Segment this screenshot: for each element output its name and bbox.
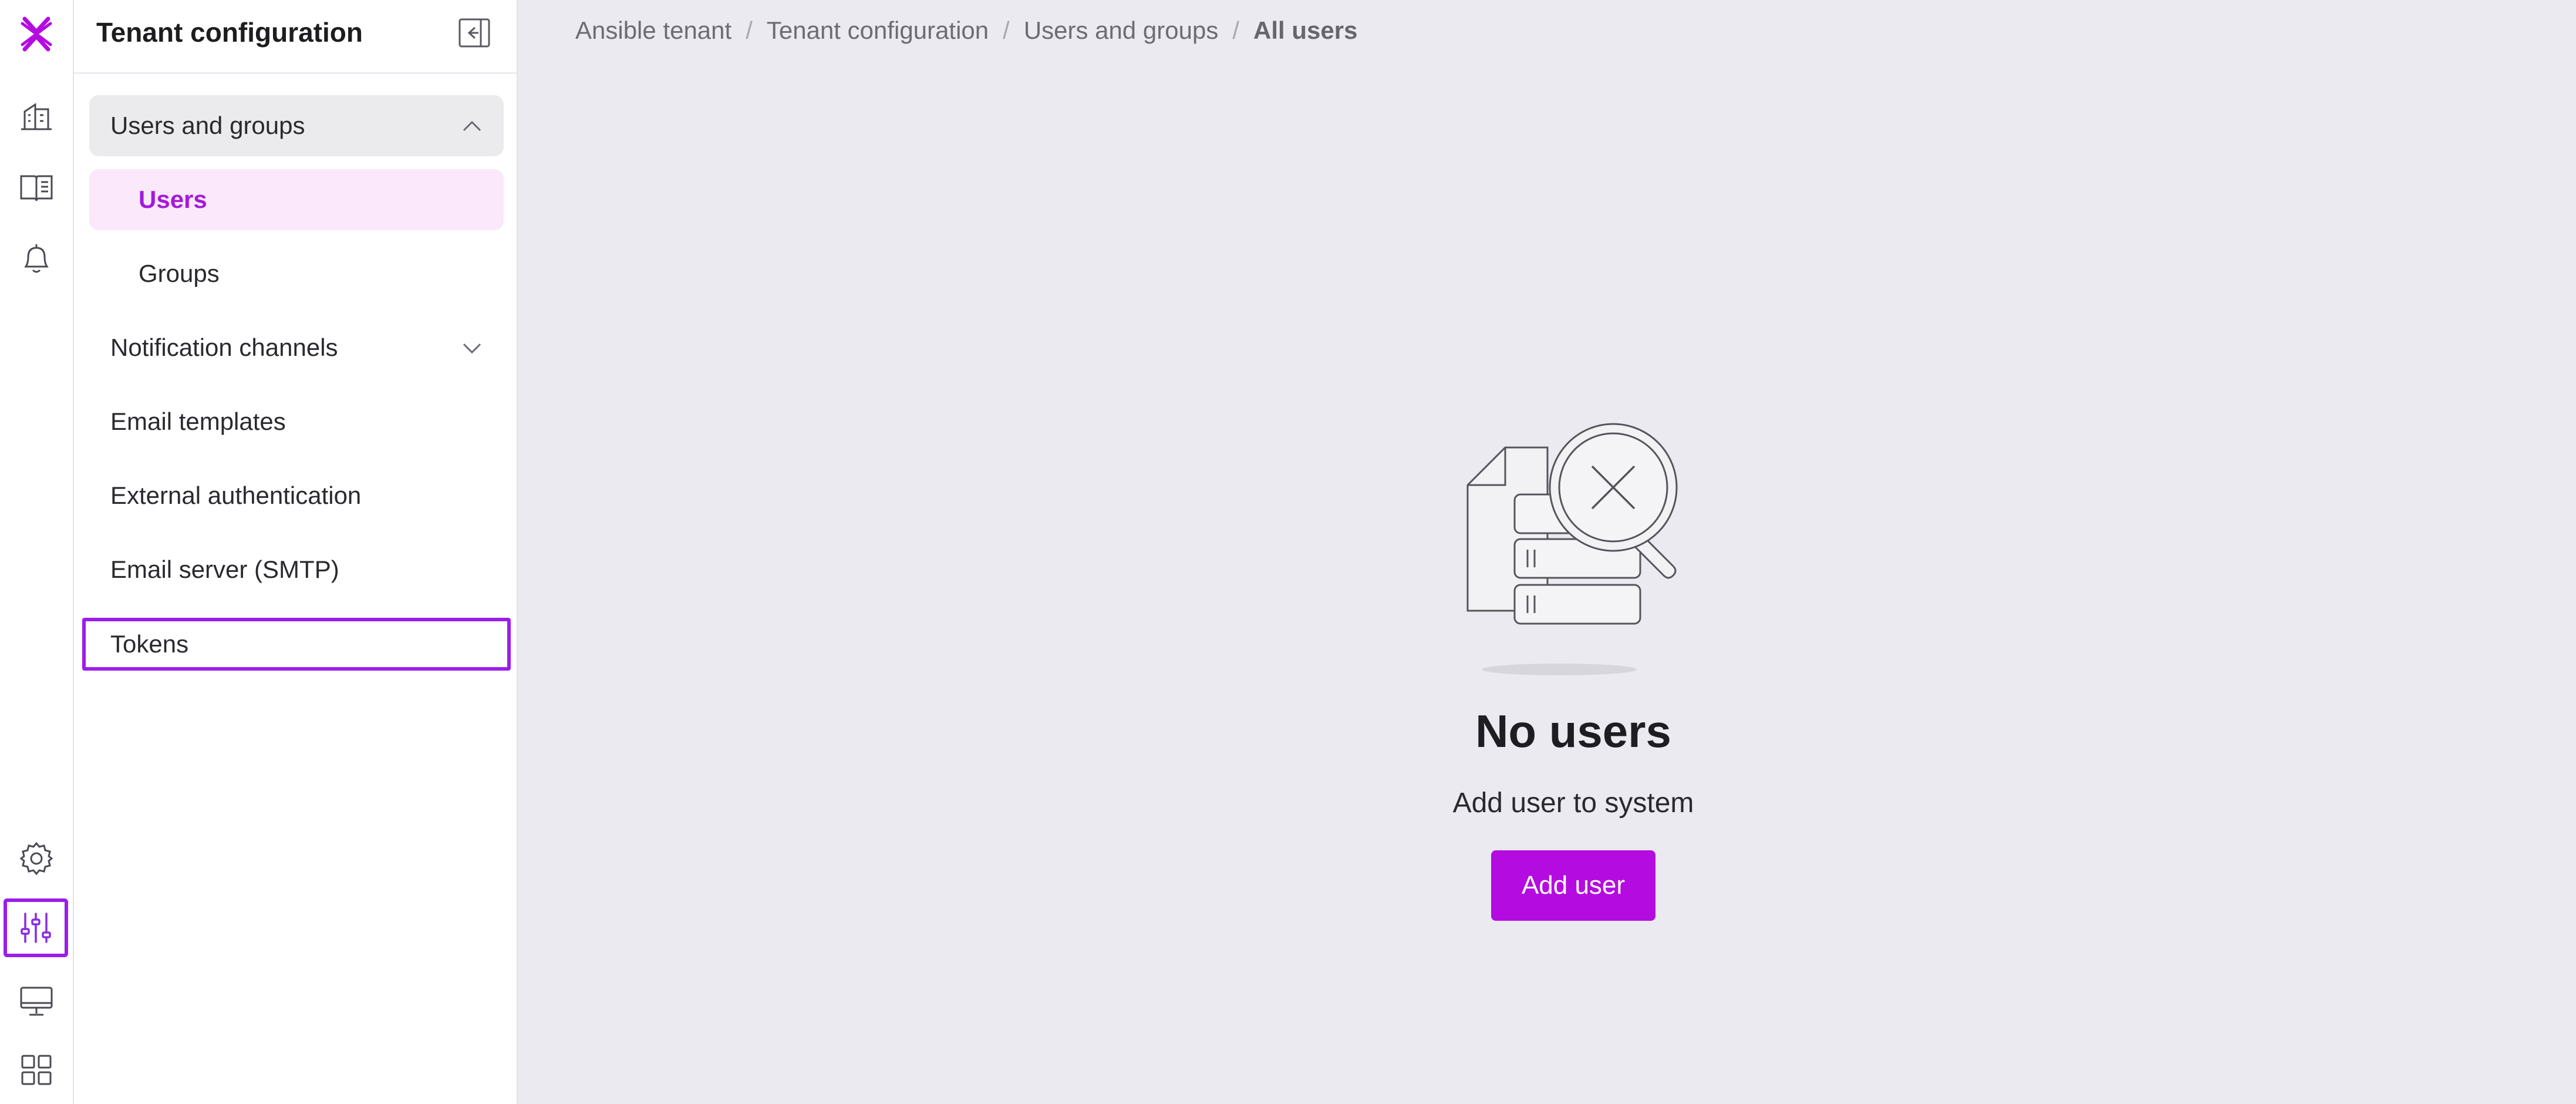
nav-item-label: Groups (139, 260, 220, 287)
add-user-button[interactable]: Add user (1491, 850, 1655, 921)
book-icon[interactable] (9, 161, 63, 215)
breadcrumb-item[interactable]: Ansible tenant (575, 16, 731, 45)
buildings-icon[interactable] (9, 88, 63, 142)
nav-groups[interactable]: Groups (89, 243, 504, 304)
nav-users-and-groups[interactable]: Users and groups (89, 95, 504, 156)
grid-icon[interactable] (9, 1043, 63, 1097)
nav-email-templates[interactable]: Email templates (89, 391, 504, 452)
no-results-magnifier-icon (1456, 423, 1691, 681)
icon-rail (0, 0, 74, 1104)
app-root: Tenant configuration Users and groups Us… (0, 0, 2576, 1104)
nav-email-server-smtp[interactable]: Email server (SMTP) (89, 539, 504, 600)
nav-external-authentication[interactable]: External authentication (89, 465, 504, 526)
logo-x-icon[interactable] (9, 7, 63, 61)
breadcrumb-item[interactable]: Tenant configuration (767, 16, 989, 45)
collapse-panel-icon (458, 18, 490, 48)
empty-state-title: No users (1475, 705, 1671, 757)
panel-title: Tenant configuration (96, 17, 363, 48)
nav-item-label: Users and groups (110, 112, 305, 139)
monitor-icon[interactable] (9, 974, 63, 1028)
panel-header: Tenant configuration (74, 0, 517, 74)
tenant-config-panel: Tenant configuration Users and groups Us… (74, 0, 518, 1104)
breadcrumb: Ansible tenant / Tenant configuration / … (575, 16, 1357, 45)
sliders-icon[interactable] (4, 898, 68, 957)
nav-notification-channels[interactable]: Notification channels (89, 317, 504, 378)
gear-icon[interactable] (9, 832, 63, 886)
breadcrumb-separator: / (1003, 16, 1010, 44)
nav-tokens[interactable]: Tokens (82, 618, 511, 671)
nav-item-label: Email server (SMTP) (110, 556, 339, 583)
breadcrumb-item[interactable]: Users and groups (1024, 16, 1219, 45)
chevron-down-icon (463, 343, 481, 354)
breadcrumb-current: All users (1253, 16, 1358, 44)
chevron-up-icon (463, 120, 481, 132)
empty-state-subtitle: Add user to system (1452, 787, 1694, 819)
nav-item-label: External authentication (110, 482, 362, 509)
breadcrumb-separator: / (746, 16, 753, 44)
breadcrumb-separator: / (1232, 16, 1240, 44)
nav-item-label: Users (139, 186, 207, 213)
nav-item-label: Notification channels (110, 334, 338, 361)
collapse-panel-button[interactable] (457, 15, 492, 51)
nav-users[interactable]: Users (89, 169, 504, 230)
nav-item-label: Email templates (110, 408, 286, 435)
nav-item-label: Tokens (110, 630, 189, 658)
bell-icon[interactable] (9, 231, 63, 285)
